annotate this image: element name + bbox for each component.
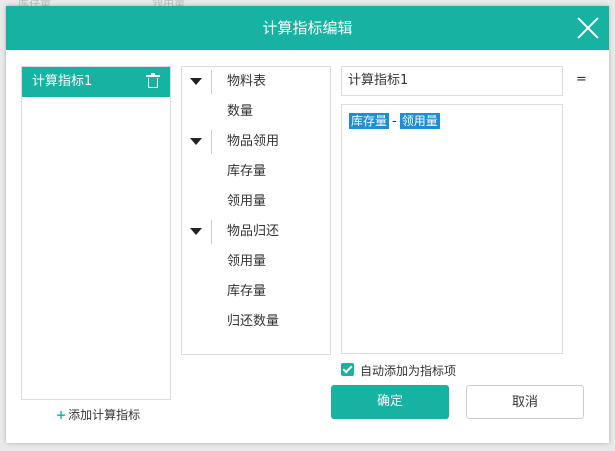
expression-token[interactable]: 库存量	[349, 113, 390, 129]
tree-leaf-item[interactable]: 领用量	[182, 247, 330, 277]
tree-group-header[interactable]: 物品领用	[182, 127, 330, 157]
expression-operator: -	[392, 114, 397, 129]
close-icon[interactable]	[577, 17, 599, 39]
trash-icon[interactable]	[146, 73, 160, 88]
expression-editor[interactable]: 库存量 - 领用量	[341, 104, 563, 354]
tree-leaf-item[interactable]: 数量	[182, 97, 330, 127]
caret-down-icon[interactable]	[190, 228, 202, 235]
auto-add-checkbox[interactable]	[341, 363, 354, 376]
add-metric-label: 添加计算指标	[68, 408, 141, 422]
metric-list: 计算指标1	[21, 66, 171, 400]
metric-list-item[interactable]: 计算指标1	[22, 67, 170, 97]
metric-name-input[interactable]: 计算指标1	[341, 66, 563, 96]
auto-add-label: 自动添加为指标项	[360, 364, 457, 378]
dialog-title: 计算指标编辑	[262, 19, 353, 37]
tree-group-label: 物品归还	[227, 224, 280, 239]
caret-down-icon[interactable]	[190, 138, 202, 145]
tree-group-label: 物料表	[227, 74, 267, 89]
tree-leaf-label: 库存量	[227, 284, 267, 299]
metric-name: 计算指标1	[32, 74, 93, 89]
dialog-title-bar: 计算指标编辑	[6, 6, 609, 50]
tree-leaf-label: 领用量	[227, 254, 267, 269]
tree-leaf-label: 归还数量	[227, 314, 280, 329]
expression-token[interactable]: 领用量	[399, 113, 440, 129]
tree-leaf-item[interactable]: 库存量	[182, 157, 330, 187]
confirm-button[interactable]: 确定	[331, 385, 449, 419]
expression-line: 库存量 - 领用量	[349, 113, 440, 129]
cancel-button[interactable]: 取消	[466, 385, 584, 419]
field-tree: 物料表 数量 物品领用 库存量 领用量 物品归还 领用量 库存量 归还数量	[181, 66, 331, 355]
caret-down-icon[interactable]	[190, 78, 202, 85]
tree-group-label: 物品领用	[227, 134, 280, 149]
tree-leaf-label: 数量	[227, 104, 254, 119]
equals-sign: =	[576, 72, 587, 87]
metric-edit-dialog: 计算指标编辑 计算指标1 + 添加计算指标 物料表 数量 物品领用 库存量 领用量	[6, 6, 609, 443]
tree-group-header[interactable]: 物品归还	[182, 217, 330, 247]
tree-leaf-item[interactable]: 归还数量	[182, 307, 330, 337]
plus-icon: +	[56, 408, 67, 422]
tree-leaf-label: 领用量	[227, 194, 267, 209]
tree-group-header[interactable]: 物料表	[182, 67, 330, 97]
tree-leaf-item[interactable]: 库存量	[182, 277, 330, 307]
tree-leaf-item[interactable]: 领用量	[182, 187, 330, 217]
add-metric-button[interactable]: + 添加计算指标	[56, 406, 140, 423]
tree-leaf-label: 库存量	[227, 164, 267, 179]
